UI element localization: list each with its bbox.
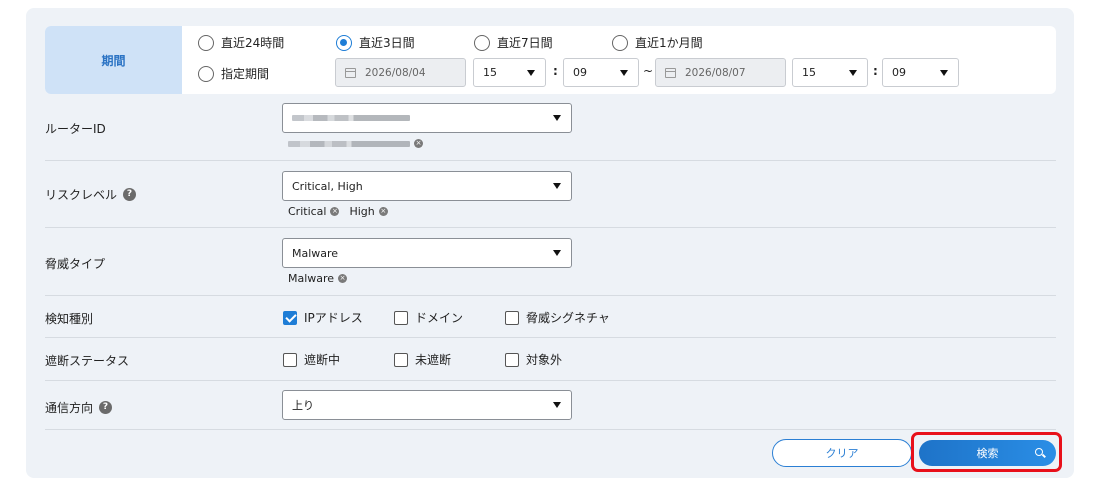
redacted-text [292,115,410,121]
radio-circle [474,34,490,51]
time-separator: : [553,64,558,78]
search-icon [1035,448,1043,456]
router-id-tags: × [288,139,423,148]
checkbox-box [394,352,408,367]
divider [45,429,1056,430]
radio-last-1m[interactable]: 直近1か月間 [612,34,703,51]
router-id-select[interactable] [282,103,572,133]
checkbox-not-applicable[interactable]: 対象外 [505,351,562,368]
tag-malware: Malware × [288,272,348,285]
radio-circle [198,65,214,82]
checkbox-box [505,352,519,367]
chevron-down-icon [620,69,628,76]
clear-button[interactable]: クリア [772,439,912,467]
divider [45,380,1056,381]
close-circle-icon[interactable]: × [338,274,348,283]
tag-high: High × [349,205,388,218]
direction-label: 通信方向 ? [45,399,113,416]
checkbox-blocking[interactable]: 遮断中 [283,351,340,368]
range-separator: ~ [643,64,654,78]
calendar-icon [665,67,676,78]
threat-type-label: 脅威タイプ [45,257,106,271]
start-date-field[interactable]: 2026/08/04 [335,58,466,87]
chevron-down-icon [553,115,561,121]
checkbox-domain[interactable]: ドメイン [394,309,463,326]
block-status-label: 遮断ステータス [45,354,130,368]
end-hour-select[interactable]: 15 [792,58,868,87]
tag-item: × [288,139,423,148]
time-separator: : [873,64,878,78]
close-circle-icon[interactable]: × [378,207,388,216]
checkbox-box [283,310,297,325]
checkbox-not-blocked[interactable]: 未遮断 [394,351,451,368]
chevron-down-icon [553,250,561,256]
router-id-label: ルーターID [45,122,106,136]
close-circle-icon[interactable]: × [414,139,423,148]
chevron-down-icon [553,402,561,408]
redacted-text [288,140,410,147]
risk-level-select[interactable]: Critical, High [282,171,572,201]
divider [45,160,1056,161]
radio-last-7d[interactable]: 直近7日間 [474,34,553,51]
checkbox-box [505,310,519,325]
calendar-icon [345,67,356,78]
end-minute-select[interactable]: 09 [882,58,959,87]
radio-last-24h[interactable]: 直近24時間 [198,34,284,51]
divider [45,295,1056,296]
help-icon[interactable]: ? [123,188,137,201]
router-id-value [292,115,553,121]
help-icon[interactable]: ? [99,401,113,414]
radio-circle [336,34,352,51]
period-label: 期間 [45,26,182,94]
checkbox-threat-signature[interactable]: 脅威シグネチャ [505,309,610,326]
tag-critical: Critical × [288,205,340,218]
divider [45,227,1056,228]
start-minute-select[interactable]: 09 [563,58,639,87]
radio-circle [612,34,628,51]
threat-type-tags: Malware × [288,272,348,285]
radio-last-3d[interactable]: 直近3日間 [336,34,415,51]
end-date-field[interactable]: 2026/08/07 [655,58,786,87]
chevron-down-icon [527,69,535,76]
checkbox-ip-address[interactable]: IPアドレス [283,309,363,326]
start-hour-select[interactable]: 15 [473,58,546,87]
divider [45,337,1056,338]
close-circle-icon[interactable]: × [330,207,340,216]
direction-select[interactable]: 上り [282,390,572,420]
radio-circle [198,34,214,51]
chevron-down-icon [940,69,948,76]
search-button[interactable]: 検索 [919,440,1056,466]
threat-type-select[interactable]: Malware [282,238,572,268]
risk-level-label: リスクレベル ? [45,186,137,203]
checkbox-box [394,310,408,325]
detection-type-label: 検知種別 [45,312,94,326]
checkbox-box [283,352,297,367]
chevron-down-icon [849,69,857,76]
chevron-down-icon [553,183,561,189]
radio-custom-range[interactable]: 指定期間 [198,65,269,82]
risk-level-tags: Critical × High × [288,205,388,218]
